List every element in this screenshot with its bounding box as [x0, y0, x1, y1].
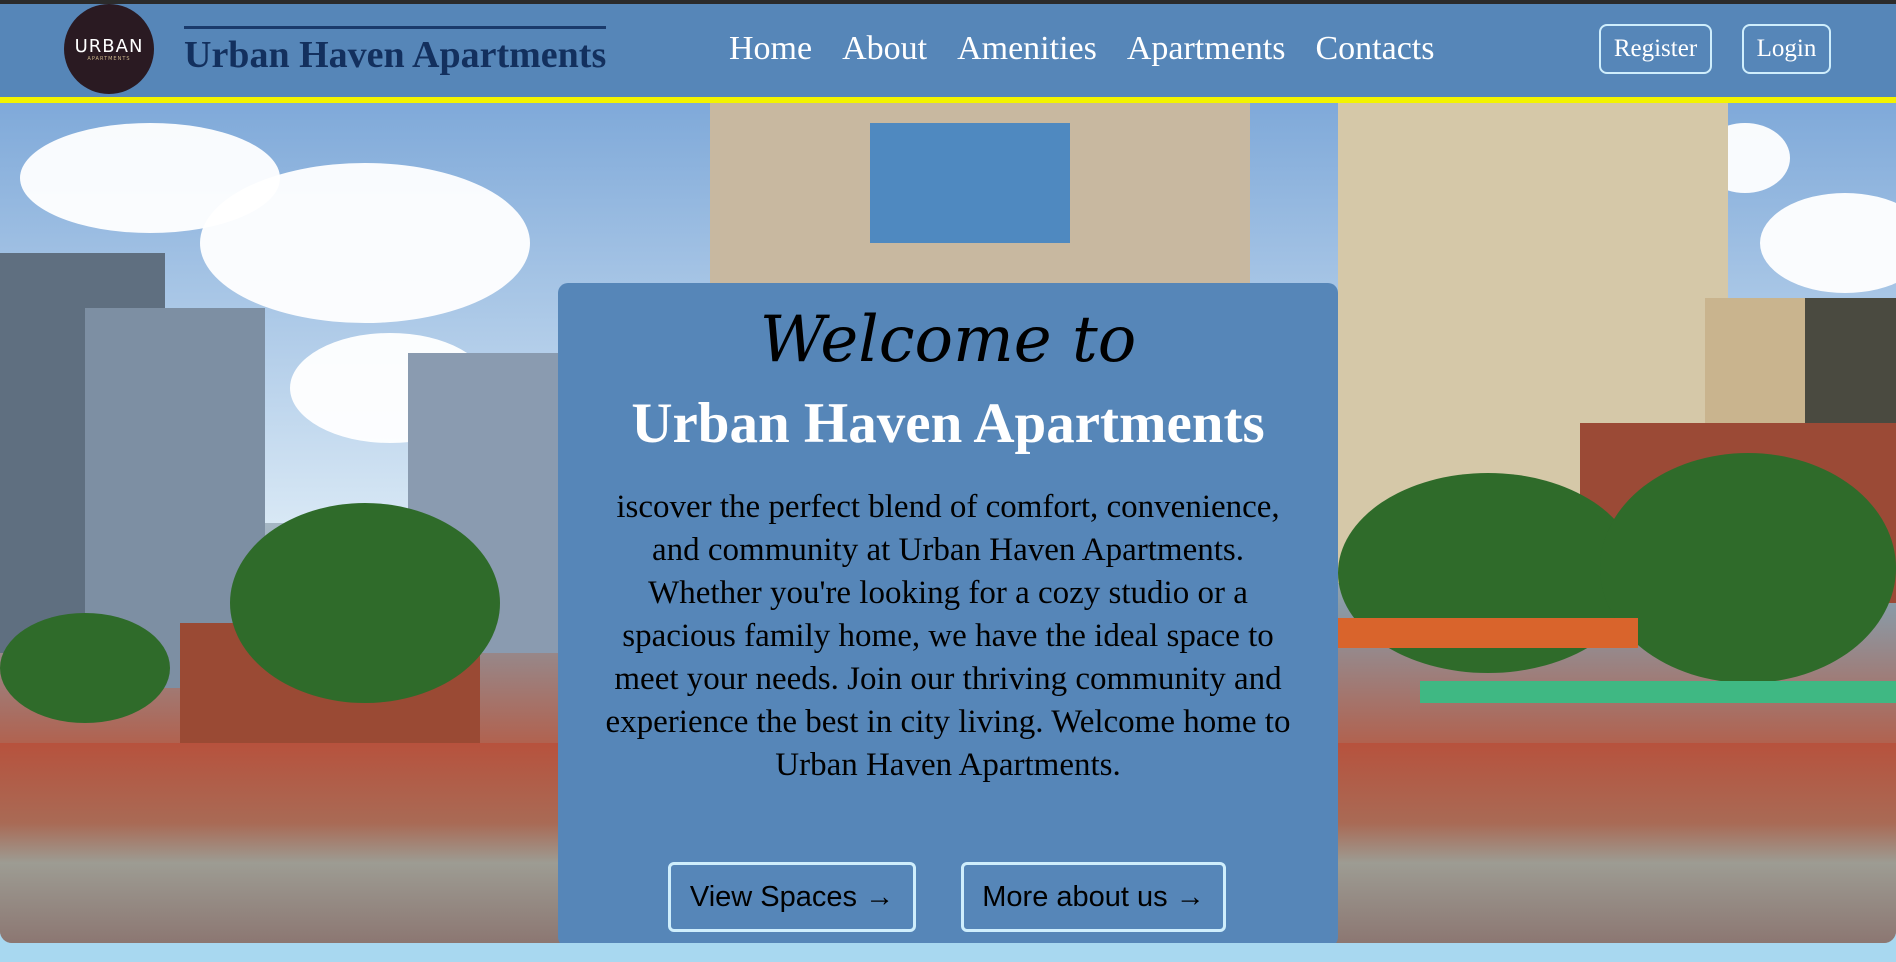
building-glass: [870, 123, 1070, 243]
awning: [1338, 618, 1638, 648]
site-header: URBAN APARTMENTS Urban Haven Apartments …: [0, 4, 1896, 103]
cloud: [200, 163, 530, 323]
nav-home[interactable]: Home: [729, 30, 812, 68]
logo-text: URBAN: [74, 36, 144, 57]
awning-green: [1420, 681, 1896, 703]
hero-description: iscover the perfect blend of comfort, co…: [605, 489, 1291, 783]
main-nav: Home About Amenities Apartments Contacts: [729, 30, 1434, 68]
hero-background-image: Welcome to Urban Haven Apartments iscove…: [0, 103, 1896, 943]
logo-subtext: APARTMENTS: [87, 56, 131, 62]
hero-title: Urban Haven Apartments: [631, 392, 1265, 455]
nav-amenities[interactable]: Amenities: [957, 30, 1097, 68]
nav-about[interactable]: About: [842, 30, 927, 68]
view-spaces-button[interactable]: View Spaces →: [668, 862, 916, 932]
register-button[interactable]: Register: [1599, 24, 1712, 74]
logo[interactable]: URBAN APARTMENTS: [64, 4, 154, 94]
nav-apartments[interactable]: Apartments: [1127, 30, 1286, 68]
nav-contacts[interactable]: Contacts: [1316, 30, 1435, 68]
hero-card: Welcome to Urban Haven Apartments iscove…: [558, 283, 1338, 943]
tree: [230, 503, 500, 703]
tree: [0, 613, 170, 723]
more-about-us-button[interactable]: More about us →: [961, 862, 1226, 932]
welcome-text: Welcome to: [759, 303, 1137, 377]
login-button[interactable]: Login: [1742, 24, 1831, 74]
tree: [1600, 453, 1896, 683]
brand-name[interactable]: Urban Haven Apartments: [184, 26, 607, 77]
